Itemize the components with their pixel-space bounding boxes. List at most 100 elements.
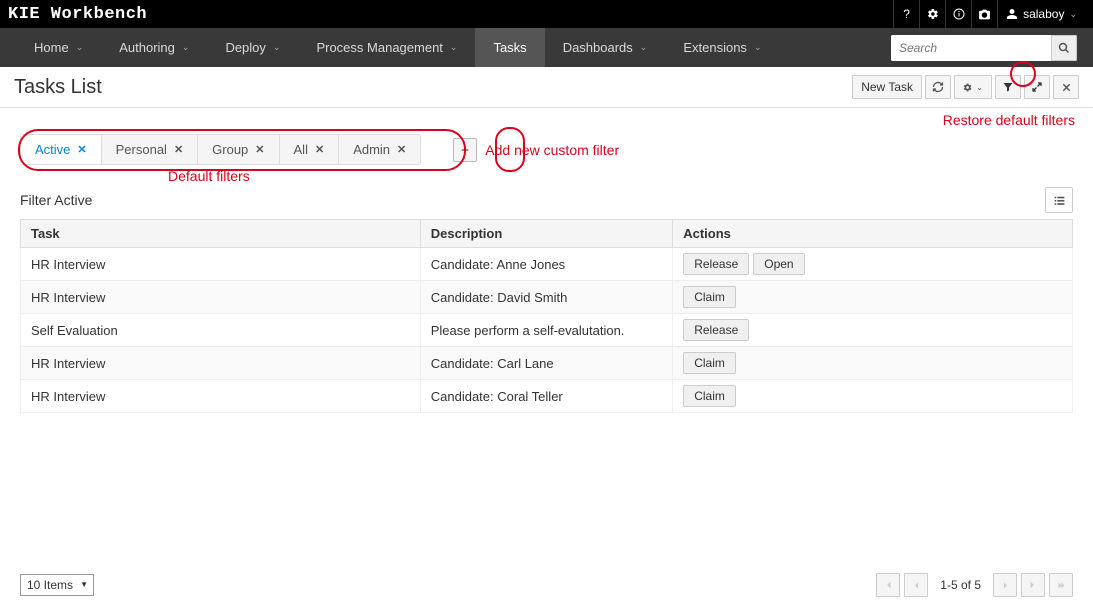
plus-icon: [460, 145, 470, 155]
close-icon[interactable]: ✕: [397, 143, 406, 156]
claim-button[interactable]: Claim: [683, 286, 736, 308]
close-icon[interactable]: ✕: [174, 143, 183, 156]
new-task-button[interactable]: New Task: [852, 75, 922, 99]
cell-task: Self Evaluation: [21, 314, 421, 347]
table-row[interactable]: HR InterviewCandidate: Anne JonesRelease…: [21, 248, 1073, 281]
cell-task: HR Interview: [21, 347, 421, 380]
cell-description: Please perform a self-evalutation.: [420, 314, 672, 347]
page-header: Tasks List New Task ⌄: [0, 67, 1093, 108]
chevron-down-icon: ⌄: [273, 42, 281, 53]
expand-button[interactable]: [1024, 75, 1050, 99]
user-menu[interactable]: salaboy ⌄: [997, 0, 1085, 28]
user-icon: [1006, 8, 1018, 20]
search-button[interactable]: [1051, 35, 1077, 61]
nav-dashboards[interactable]: Dashboards⌄: [545, 28, 666, 67]
topbar: KIE Workbench ? salaboy ⌄: [0, 0, 1093, 28]
search-icon: [1058, 42, 1070, 54]
chevron-down-icon: ⌄: [450, 42, 458, 53]
chevron-down-icon: ⌄: [754, 42, 762, 53]
cell-actions: Release: [673, 314, 1073, 347]
table-row[interactable]: HR InterviewCandidate: Carl Lane Claim: [21, 347, 1073, 380]
list-view-toggle-button[interactable]: [1045, 187, 1073, 213]
help-icon[interactable]: ?: [893, 0, 919, 28]
close-panel-button[interactable]: [1053, 75, 1079, 99]
add-filter-button[interactable]: [453, 138, 477, 162]
claim-button[interactable]: Claim: [683, 385, 736, 407]
close-icon[interactable]: ✕: [77, 143, 86, 156]
nav-deploy[interactable]: Deploy⌄: [207, 28, 298, 67]
settings-dropdown-button[interactable]: ⌄: [954, 75, 992, 99]
page-info: 1-5 of 5: [932, 578, 989, 592]
nav-process-management[interactable]: Process Management⌄: [298, 28, 475, 67]
current-filter-label: Filter Active: [20, 192, 92, 208]
page-title: Tasks List: [14, 76, 102, 99]
annotation-default-filters: Default filters: [168, 168, 250, 184]
table-row[interactable]: HR InterviewCandidate: Coral Teller Claim: [21, 380, 1073, 413]
chevron-down-icon: ⌄: [1069, 9, 1077, 20]
refresh-button[interactable]: [925, 75, 951, 99]
release-button[interactable]: Release: [683, 319, 749, 341]
cell-actions: ReleaseOpen: [673, 248, 1073, 281]
release-button[interactable]: Release: [683, 253, 749, 275]
filter-tab-all[interactable]: All✕: [280, 135, 340, 164]
tasks-table: Task Description Actions HR InterviewCan…: [20, 219, 1073, 413]
table-row[interactable]: Self EvaluationPlease perform a self-eva…: [21, 314, 1073, 347]
claim-button[interactable]: Claim: [683, 352, 736, 374]
column-header-task[interactable]: Task: [21, 220, 421, 248]
first-page-icon: [883, 580, 893, 590]
filter-tab-active[interactable]: Active✕: [21, 135, 102, 164]
nav-home[interactable]: Home⌄: [16, 28, 101, 67]
cell-actions: Claim: [673, 281, 1073, 314]
cell-actions: Claim: [673, 380, 1073, 413]
camera-icon[interactable]: [971, 0, 997, 28]
topbar-right: ? salaboy ⌄: [893, 0, 1085, 28]
chevron-down-icon: ⌄: [182, 42, 190, 53]
column-header-description[interactable]: Description: [420, 220, 672, 248]
filter-label-row: Filter Active: [0, 165, 1093, 219]
nav-extensions[interactable]: Extensions⌄: [665, 28, 779, 67]
chevron-right-icon: [1001, 581, 1010, 590]
header-toolbar: New Task ⌄: [852, 75, 1079, 99]
gear-icon[interactable]: [919, 0, 945, 28]
navbar: Home⌄ Authoring⌄ Deploy⌄ Process Managem…: [0, 28, 1093, 67]
nav-tasks[interactable]: Tasks: [475, 28, 544, 67]
cell-description: Candidate: Carl Lane: [420, 347, 672, 380]
cell-description: Candidate: Coral Teller: [420, 380, 672, 413]
cell-description: Candidate: David Smith: [420, 281, 672, 314]
double-chevron-right-icon: [1057, 581, 1066, 590]
info-icon[interactable]: [945, 0, 971, 28]
chevron-down-icon: ⌄: [76, 42, 84, 53]
annotation-add-new-filter: Add new custom filter: [485, 142, 619, 158]
search-box: [891, 35, 1077, 61]
filter-button[interactable]: [995, 75, 1021, 99]
chevron-down-icon: ⌄: [976, 83, 983, 92]
user-name: salaboy: [1023, 7, 1064, 21]
brand-title: KIE Workbench: [8, 5, 147, 24]
table-footer: 10 Items 1-5 of 5: [0, 563, 1093, 607]
column-header-actions: Actions: [673, 220, 1073, 248]
list-icon: [1053, 194, 1066, 207]
chevron-left-icon: [912, 581, 921, 590]
refresh-icon: [932, 81, 944, 93]
open-button[interactable]: Open: [753, 253, 804, 275]
search-input[interactable]: [891, 35, 1051, 61]
close-icon[interactable]: ✕: [315, 143, 324, 156]
filter-tabs-row: Active✕ Personal✕ Group✕ All✕ Admin✕ Add…: [0, 134, 1093, 165]
table-row[interactable]: HR InterviewCandidate: David Smith Claim: [21, 281, 1073, 314]
filter-tab-group[interactable]: Group✕: [198, 135, 279, 164]
filter-icon: [1002, 81, 1014, 93]
gear-icon: [963, 82, 972, 93]
nav-authoring[interactable]: Authoring⌄: [101, 28, 207, 67]
page-size-select[interactable]: 10 Items: [20, 574, 94, 596]
close-icon[interactable]: ✕: [255, 143, 264, 156]
cell-task: HR Interview: [21, 248, 421, 281]
close-icon: [1061, 82, 1072, 93]
cell-task: HR Interview: [21, 281, 421, 314]
cell-description: Candidate: Anne Jones: [420, 248, 672, 281]
chevron-down-icon: ⌄: [640, 42, 648, 53]
filter-tab-personal[interactable]: Personal✕: [102, 135, 199, 164]
cell-task: HR Interview: [21, 380, 421, 413]
cell-actions: Claim: [673, 347, 1073, 380]
filter-tab-admin[interactable]: Admin✕: [339, 135, 420, 164]
expand-icon: [1031, 81, 1043, 93]
